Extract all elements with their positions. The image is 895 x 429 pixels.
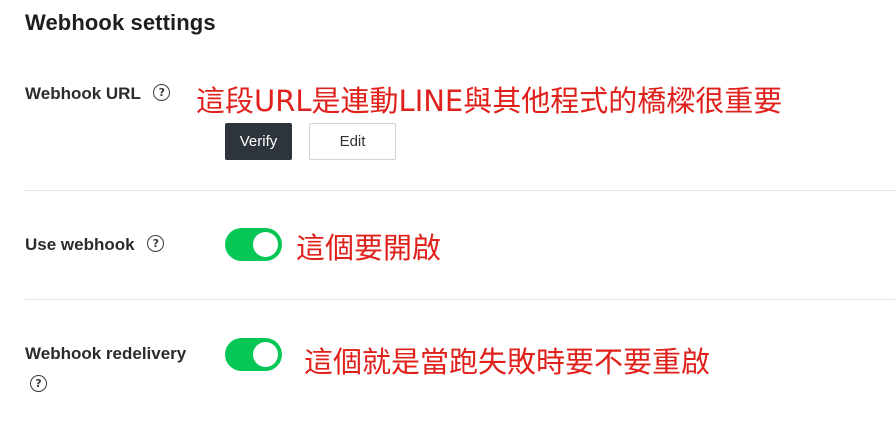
divider <box>25 190 895 191</box>
question-circle-icon[interactable]: ? <box>147 235 165 253</box>
toggle-knob <box>253 342 278 367</box>
use-webhook-annotation: 這個要開啟 <box>296 231 442 265</box>
webhook-redelivery-label: Webhook redelivery <box>25 344 187 363</box>
use-webhook-label: Use webhook <box>25 235 135 254</box>
use-webhook-toggle[interactable] <box>225 228 282 261</box>
question-circle-icon[interactable]: ? <box>30 375 47 392</box>
section-title: Webhook settings <box>25 10 216 35</box>
webhook-url-row-label: Webhook URL ? <box>25 84 171 104</box>
toggle-knob <box>253 232 278 257</box>
edit-button[interactable]: Edit <box>309 123 396 160</box>
webhook-redelivery-annotation: 這個就是當跑失敗時要不要重啟 <box>304 345 711 379</box>
question-circle-icon[interactable]: ? <box>153 84 171 102</box>
verify-button[interactable]: Verify <box>225 123 292 160</box>
webhook-url-annotation: 這段URL是連動LINE與其他程式的橋樑很重要 <box>196 84 783 118</box>
webhook-url-label: Webhook URL <box>25 84 141 103</box>
use-webhook-row-label: Use webhook ? <box>25 235 165 255</box>
webhook-redelivery-toggle[interactable] <box>225 338 282 371</box>
divider <box>25 299 895 300</box>
